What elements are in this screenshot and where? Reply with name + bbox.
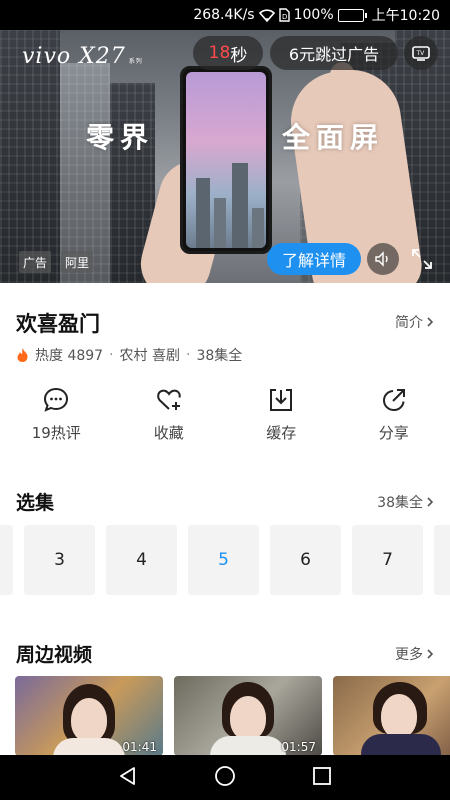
video-duration: 01:41 bbox=[122, 740, 157, 754]
episode-list: 2 3 4 5 6 7 8 bbox=[0, 525, 450, 595]
meta-separator: · bbox=[109, 347, 114, 363]
nav-back-button[interactable] bbox=[117, 765, 139, 791]
ad-tag: 广告 bbox=[19, 251, 52, 273]
learn-more-button[interactable]: 了解详情 bbox=[267, 243, 361, 275]
show-title: 欢喜盈门 bbox=[16, 312, 100, 336]
related-video-thumbnail[interactable]: 01:57 bbox=[174, 676, 322, 756]
show-meta: 热度 4897 · 农村 喜剧 · 38集全 bbox=[16, 345, 242, 365]
svg-text:D: D bbox=[282, 13, 287, 21]
chevron-right-icon bbox=[427, 649, 434, 659]
intro-link[interactable]: 简介 bbox=[395, 312, 434, 332]
video-duration: 01:57 bbox=[281, 740, 316, 754]
ad-source: 阿里 bbox=[61, 251, 94, 273]
ad-brand-logo: vivo X27 系列 bbox=[22, 44, 143, 69]
fullscreen-button[interactable] bbox=[408, 245, 436, 273]
home-circle-icon bbox=[215, 765, 235, 786]
nav-home-button[interactable] bbox=[214, 765, 236, 791]
episode-item[interactable]: 4 bbox=[106, 525, 177, 595]
clock: 上午10:20 bbox=[371, 8, 440, 24]
episodes-more-link[interactable]: 38集全 bbox=[377, 492, 434, 512]
intro-label: 简介 bbox=[395, 315, 423, 331]
countdown-number: 18 bbox=[208, 43, 231, 63]
favorite-label: 收藏 bbox=[153, 424, 184, 442]
volume-button[interactable] bbox=[367, 243, 399, 275]
related-more-label: 更多 bbox=[395, 647, 423, 663]
video-ad-player[interactable]: vivo X27 系列 零界 全面屏 18 秒 6元跳过广告 TV 广告 阿里 了解… bbox=[0, 30, 450, 283]
share-label: 分享 bbox=[378, 424, 409, 442]
countdown-unit: 秒 bbox=[230, 45, 248, 66]
comments-button[interactable]: 19热评 bbox=[0, 386, 113, 443]
svg-text:TV: TV bbox=[416, 50, 426, 57]
flame-icon bbox=[17, 348, 28, 362]
heat-value: 热度 4897 bbox=[35, 348, 104, 364]
nav-recents-button[interactable] bbox=[311, 765, 333, 791]
favorite-icon bbox=[156, 389, 181, 410]
episode-item[interactable]: 3 bbox=[24, 525, 95, 595]
download-icon bbox=[270, 389, 293, 411]
action-row: 19热评 收藏 缓存 分享 bbox=[0, 386, 450, 443]
recents-square-icon bbox=[312, 766, 331, 785]
episode-item[interactable]: 7 bbox=[352, 525, 423, 595]
skip-ad-button[interactable]: 6元跳过广告 bbox=[270, 36, 398, 70]
comments-label: 19热评 bbox=[31, 424, 81, 442]
episode-item-selected[interactable]: 5 bbox=[188, 525, 259, 595]
related-more-link[interactable]: 更多 bbox=[395, 644, 434, 664]
battery-percent: 100% bbox=[293, 7, 334, 23]
wifi-icon bbox=[258, 8, 275, 22]
download-button[interactable]: 缓存 bbox=[225, 386, 338, 443]
speaker-icon bbox=[375, 251, 388, 267]
comment-icon bbox=[44, 387, 69, 412]
network-speed: 268.4K/s bbox=[193, 7, 255, 23]
meta-separator: · bbox=[186, 347, 191, 363]
expand-icon bbox=[412, 249, 432, 269]
episode-item[interactable]: 2 bbox=[0, 525, 13, 595]
episodes-section-title: 选集 bbox=[16, 492, 55, 514]
status-bar: 268.4K/s D 100% 上午10:20 bbox=[0, 0, 450, 30]
sim-icon: D bbox=[278, 8, 290, 22]
phone-image bbox=[180, 66, 272, 254]
tv-cast-button[interactable]: TV bbox=[404, 36, 438, 70]
ad-slogan-right: 全面屏 bbox=[282, 121, 385, 154]
chevron-right-icon bbox=[427, 317, 434, 327]
ad-countdown: 18 秒 bbox=[193, 36, 263, 70]
favorite-button[interactable]: 收藏 bbox=[113, 386, 226, 443]
share-button[interactable]: 分享 bbox=[338, 386, 450, 443]
app-root: 268.4K/s D 100% 上午10:20 vivo X27 系列 零界 全… bbox=[0, 0, 450, 800]
chevron-right-icon bbox=[427, 497, 434, 507]
related-video-thumbnail[interactable]: 02 bbox=[333, 676, 450, 756]
system-nav-bar bbox=[0, 755, 450, 800]
ad-slogan-left: 零界 bbox=[86, 121, 155, 154]
back-triangle-icon bbox=[120, 766, 136, 785]
episode-item[interactable]: 6 bbox=[270, 525, 341, 595]
related-video-thumbnail[interactable]: 01:41 bbox=[15, 676, 163, 756]
episode-count: 38集全 bbox=[196, 348, 243, 364]
genre-tags: 农村 喜剧 bbox=[119, 348, 180, 364]
tv-icon: TV bbox=[412, 46, 430, 61]
episode-item[interactable]: 8 bbox=[434, 525, 450, 595]
battery-icon bbox=[337, 8, 367, 22]
download-label: 缓存 bbox=[266, 424, 297, 442]
episodes-more-label: 38集全 bbox=[377, 495, 423, 511]
related-video-list: 01:41 01:57 02 bbox=[15, 676, 450, 756]
share-icon bbox=[382, 389, 405, 412]
related-section-title: 周边视频 bbox=[16, 644, 93, 666]
background-building bbox=[60, 63, 110, 283]
